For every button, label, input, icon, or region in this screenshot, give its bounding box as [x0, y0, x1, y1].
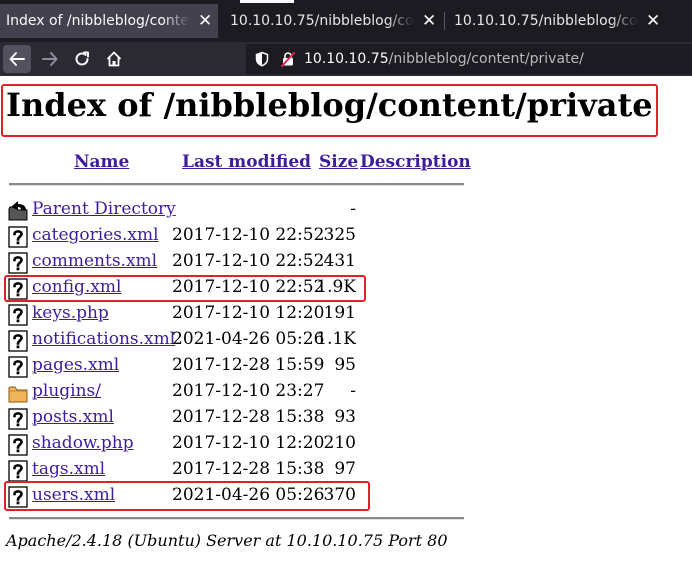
back-folder-icon	[8, 201, 28, 221]
tab-title: 10.10.10.75/nibbleblog/cont	[454, 13, 638, 29]
size-cell: 97	[334, 459, 356, 479]
close-icon[interactable]: ✕	[198, 4, 212, 38]
file-link[interactable]: categories.xml	[32, 223, 159, 247]
size-cell: 325	[323, 225, 356, 245]
column-header-description[interactable]: Description	[360, 151, 471, 173]
unknown-file-icon	[8, 460, 28, 482]
table-row: pages.xml 2017-12-28 15:59 95	[0, 353, 470, 379]
table-row: comments.xml 2017-12-10 22:52 431	[0, 249, 470, 275]
tab-second[interactable]: 10.10.10.75/nibbleblog/cont ✕	[224, 4, 442, 38]
tab-title: Index of /nibbleblog/content	[6, 13, 190, 29]
address-bar[interactable]: 10.10.10.75/nibbleblog/content/private/	[246, 44, 692, 74]
file-link[interactable]: pages.xml	[32, 353, 119, 377]
tab-index-of-private[interactable]: Index of /nibbleblog/content ✕	[0, 4, 218, 38]
file-link[interactable]: shadow.php	[32, 431, 134, 455]
table-row: notifications.xml 2021-04-26 05:26 1.1K	[0, 327, 470, 353]
last-modified-cell: 2017-12-28 15:59	[172, 355, 325, 375]
column-header-last-modified[interactable]: Last modified	[182, 151, 311, 173]
unknown-file-icon	[8, 330, 28, 352]
size-cell: 1.1K	[316, 329, 356, 349]
file-link[interactable]: posts.xml	[32, 405, 114, 429]
file-link[interactable]: tags.xml	[32, 457, 105, 481]
unknown-file-icon	[8, 434, 28, 456]
config-highlight-box	[4, 275, 366, 302]
tab-indicator	[240, 0, 294, 3]
title-highlight-box	[1, 84, 658, 137]
file-link[interactable]: notifications.xml	[32, 327, 175, 351]
tab-separator	[444, 12, 445, 30]
table-row: keys.php 2017-12-10 12:20 191	[0, 301, 470, 327]
forward-button[interactable]	[36, 45, 64, 73]
table-row: Parent Directory -	[0, 197, 470, 223]
url-path: /nibbleblog/content/private/	[388, 51, 584, 67]
unknown-file-icon	[8, 356, 28, 378]
last-modified-cell: 2017-12-10 23:27	[172, 381, 325, 401]
tab-title: 10.10.10.75/nibbleblog/cont	[230, 13, 414, 29]
file-link[interactable]: plugins/	[32, 379, 101, 403]
file-link[interactable]: comments.xml	[32, 249, 157, 273]
shield-icon[interactable]	[254, 44, 270, 74]
home-button[interactable]	[100, 45, 128, 73]
file-link[interactable]: keys.php	[32, 301, 109, 325]
last-modified-cell: 2021-04-26 05:26	[172, 329, 325, 349]
close-icon[interactable]: ✕	[422, 4, 436, 38]
tab-strip: Index of /nibbleblog/content ✕ 10.10.10.…	[0, 0, 692, 42]
table-row: plugins/2017-12-10 23:27 -	[0, 379, 470, 405]
insecure-lock-icon[interactable]	[280, 44, 296, 74]
last-modified-cell: 2017-12-10 22:52	[172, 225, 325, 245]
back-button[interactable]	[3, 45, 31, 73]
file-link[interactable]: Parent Directory	[32, 197, 176, 221]
forward-arrow-icon	[42, 52, 58, 66]
navigation-toolbar: 10.10.10.75/nibbleblog/content/private/	[0, 42, 692, 76]
size-cell: 191	[323, 303, 356, 323]
header-divider	[9, 183, 464, 186]
size-cell: -	[350, 199, 356, 219]
url-text[interactable]: 10.10.10.75/nibbleblog/content/private/	[304, 44, 584, 74]
column-header-name[interactable]: Name	[74, 151, 129, 173]
table-row: shadow.php 2017-12-10 12:20 210	[0, 431, 470, 457]
size-cell: 210	[323, 433, 356, 453]
last-modified-cell: 2017-12-10 12:20	[172, 433, 325, 453]
close-icon[interactable]: ✕	[646, 4, 660, 38]
home-icon	[106, 51, 122, 67]
server-signature: Apache/2.4.18 (Ubuntu) Server at 10.10.1…	[6, 531, 448, 550]
reload-button[interactable]	[68, 45, 96, 73]
column-header-size[interactable]: Size	[319, 151, 358, 173]
unknown-file-icon	[8, 252, 28, 274]
table-row: categories.xml 2017-12-10 22:52 325	[0, 223, 470, 249]
last-modified-cell: 2017-12-10 22:52	[172, 251, 325, 271]
unknown-file-icon	[8, 304, 28, 326]
last-modified-cell: 2017-12-10 12:20	[172, 303, 325, 323]
back-arrow-icon	[9, 52, 25, 66]
last-modified-cell: 2017-12-28 15:38	[172, 459, 325, 479]
url-host: 10.10.10.75	[304, 51, 389, 67]
size-cell: 95	[334, 355, 356, 375]
last-modified-cell: 2017-12-28 15:38	[172, 407, 325, 427]
size-cell: -	[350, 381, 356, 401]
size-cell: 431	[323, 251, 356, 271]
size-cell: 93	[334, 407, 356, 427]
folder-icon	[8, 386, 28, 403]
users-highlight-box	[4, 481, 370, 511]
footer-divider	[9, 517, 464, 520]
table-row: posts.xml 2017-12-28 15:38 93	[0, 405, 470, 431]
unknown-file-icon	[8, 226, 28, 248]
reload-icon	[75, 51, 89, 66]
table-row: tags.xml 2017-12-28 15:38 97	[0, 457, 470, 483]
tab-third[interactable]: 10.10.10.75/nibbleblog/cont ✕	[448, 4, 666, 38]
unknown-file-icon	[8, 408, 28, 430]
